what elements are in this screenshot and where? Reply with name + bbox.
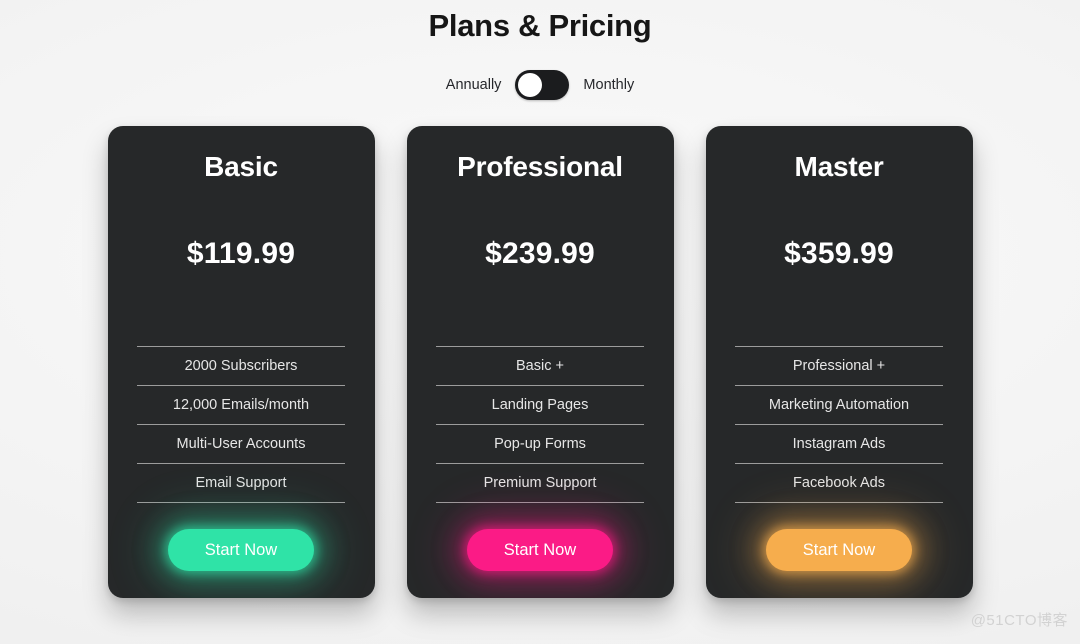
pricing-card-basic[interactable]: Basic $119.99 2000 Subscribers 12,000 Em… (107, 126, 375, 598)
plan-price: $239.99 (485, 237, 595, 270)
feature-item: Marketing Automation (735, 385, 943, 424)
plan-name: Professional (457, 151, 623, 182)
watermark: @51CTO博客 (970, 612, 1068, 629)
feature-item: 2000 Subscribers (137, 346, 345, 385)
billing-toggle-switch[interactable] (515, 70, 570, 100)
page-title: Plans & Pricing (428, 8, 652, 43)
feature-list: 2000 Subscribers 12,000 Emails/month Mul… (137, 346, 345, 503)
cta-container: Start Now (407, 529, 674, 571)
feature-item: Basic + (436, 346, 644, 385)
feature-item: Multi-User Accounts (137, 424, 345, 463)
feature-item: Email Support (137, 463, 345, 503)
feature-item: Professional + (735, 346, 943, 385)
billing-period-toggle-group: Annually Monthly (0, 70, 1080, 100)
start-now-button[interactable]: Start Now (766, 529, 912, 571)
billing-label-monthly[interactable]: Monthly (583, 75, 634, 95)
billing-label-annually[interactable]: Annually (446, 75, 502, 95)
plan-price: $359.99 (784, 237, 894, 270)
toggle-knob-icon (518, 73, 543, 97)
feature-list: Professional + Marketing Automation Inst… (735, 346, 943, 503)
feature-list: Basic + Landing Pages Pop-up Forms Premi… (436, 346, 644, 503)
feature-item: Facebook Ads (735, 463, 943, 503)
feature-item: Instagram Ads (735, 424, 943, 463)
feature-item: 12,000 Emails/month (137, 385, 345, 424)
pricing-card-professional[interactable]: Professional $239.99 Basic + Landing Pag… (406, 126, 674, 598)
start-now-button[interactable]: Start Now (467, 529, 613, 571)
cta-container: Start Now (108, 529, 375, 571)
plan-name: Basic (204, 151, 278, 182)
cta-container: Start Now (706, 529, 973, 571)
start-now-button[interactable]: Start Now (168, 529, 314, 571)
feature-item: Landing Pages (436, 385, 644, 424)
pricing-card-list: Basic $119.99 2000 Subscribers 12,000 Em… (0, 126, 1080, 598)
plan-name: Master (794, 151, 884, 182)
plan-price: $119.99 (186, 237, 296, 270)
feature-item: Premium Support (436, 463, 644, 503)
pricing-page: Plans & Pricing Annually Monthly Basic $… (0, 0, 1080, 644)
feature-item: Pop-up Forms (436, 424, 644, 463)
pricing-card-master[interactable]: Master $359.99 Professional + Marketing … (705, 126, 973, 598)
